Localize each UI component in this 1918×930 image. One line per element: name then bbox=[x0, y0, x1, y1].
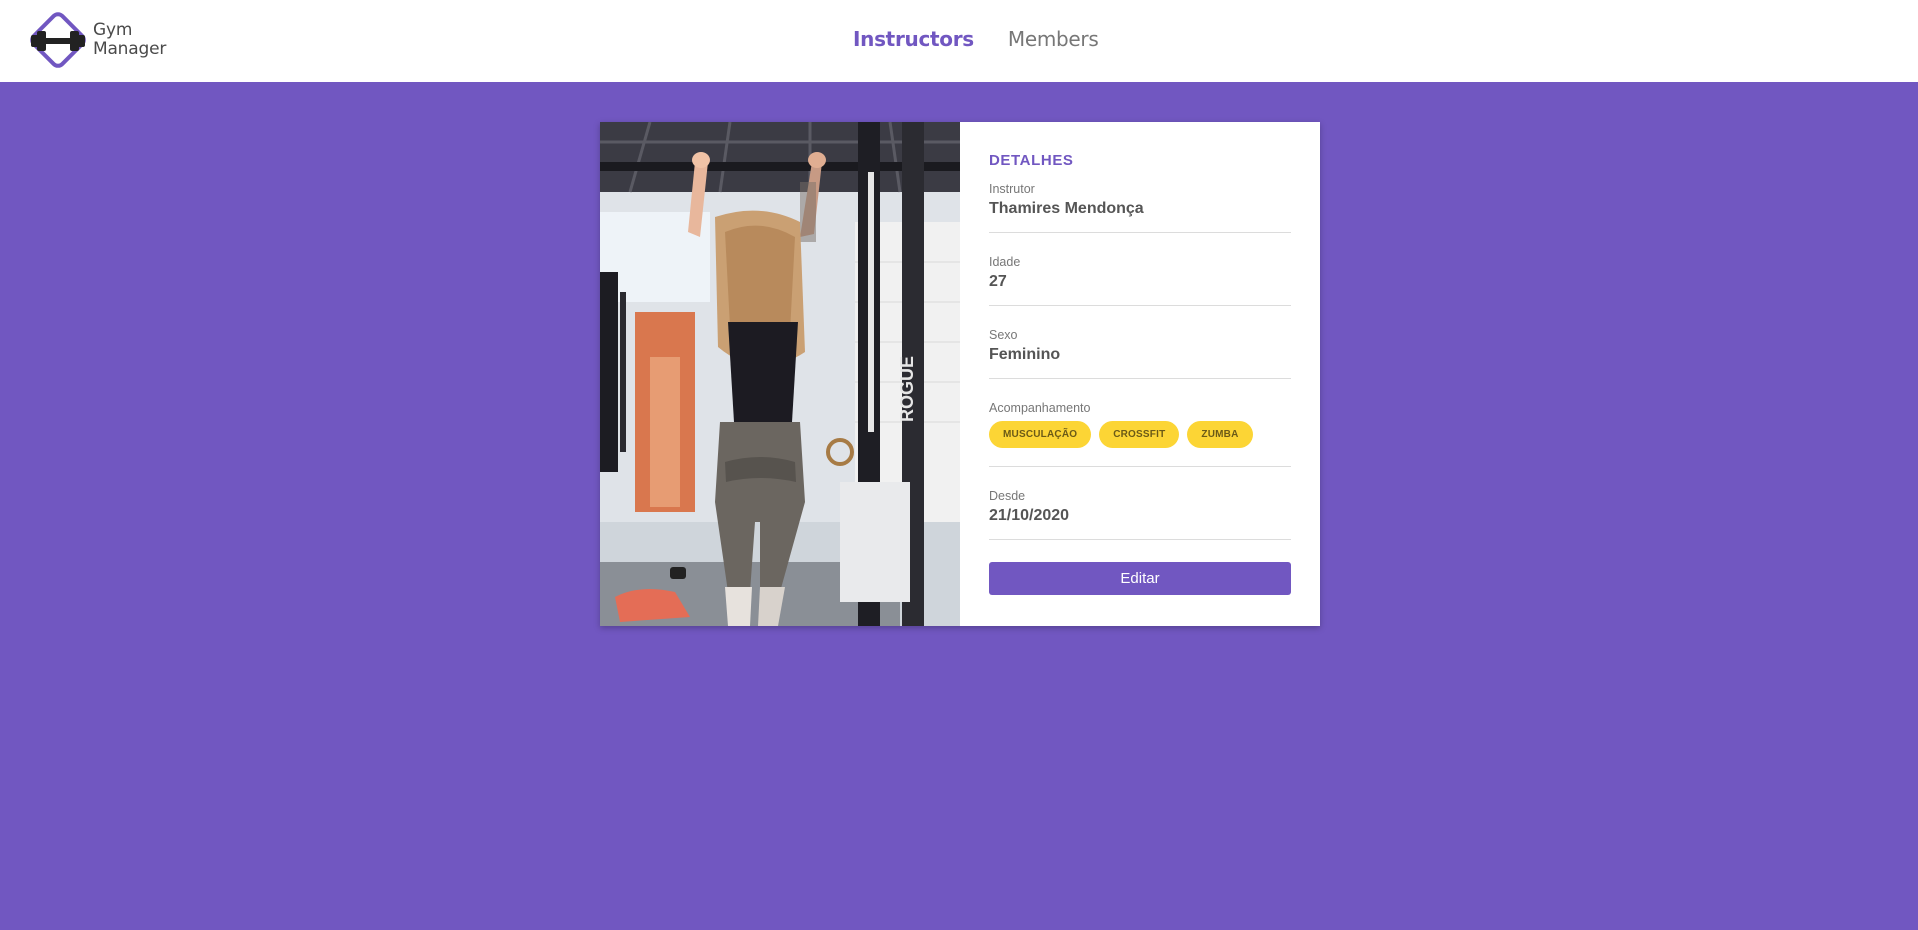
logo-line-1: Gym bbox=[93, 20, 133, 40]
age-label: Idade bbox=[989, 255, 1021, 269]
age-value: 27 bbox=[989, 273, 1007, 290]
service-tag: CROSSFIT bbox=[1099, 421, 1180, 448]
gym-manager-logo[interactable]: Gym Manager bbox=[26, 8, 166, 72]
since-label: Desde bbox=[989, 489, 1026, 503]
instructor-card: ROGUE DETALHES Instrutor Thamires Mendon… bbox=[600, 122, 1320, 626]
gender-label: Sexo bbox=[989, 328, 1018, 342]
logo-text: Gym Manager bbox=[93, 21, 166, 59]
service-tag: MUSCULAÇÃO bbox=[989, 421, 1092, 448]
dumbbell-icon bbox=[30, 12, 86, 68]
services-field: Acompanhamento MUSCULAÇÃO CROSSFIT ZUMBA bbox=[989, 401, 1291, 467]
nav-members[interactable]: Members bbox=[1008, 27, 1099, 51]
age-field: Idade 27 bbox=[989, 255, 1291, 306]
since-value: 21/10/2020 bbox=[989, 507, 1070, 524]
gender-field: Sexo Feminino bbox=[989, 328, 1291, 379]
main-nav: Instructors Members bbox=[853, 27, 1099, 51]
details-title: DETALHES bbox=[989, 152, 1074, 169]
instructor-label: Instrutor bbox=[989, 182, 1035, 196]
top-header: Gym Manager Instructors Members bbox=[0, 0, 1918, 82]
gender-value: Feminino bbox=[989, 346, 1061, 363]
instructor-photo: ROGUE bbox=[600, 122, 960, 626]
rack-brand-label: ROGUE bbox=[897, 356, 917, 422]
instructor-value: Thamires Mendonça bbox=[989, 200, 1144, 217]
instructor-field: Instrutor Thamires Mendonça bbox=[989, 182, 1291, 233]
since-field: Desde 21/10/2020 bbox=[989, 489, 1291, 540]
service-tag: ZUMBA bbox=[1187, 421, 1253, 448]
details-panel: DETALHES Instrutor Thamires Mendonça Ida… bbox=[960, 122, 1320, 626]
services-label: Acompanhamento bbox=[989, 401, 1091, 415]
edit-button[interactable]: Editar bbox=[989, 562, 1291, 595]
logo-line-2: Manager bbox=[93, 39, 167, 59]
nav-instructors[interactable]: Instructors bbox=[853, 27, 974, 51]
services-tags: MUSCULAÇÃO CROSSFIT ZUMBA bbox=[989, 421, 1291, 448]
